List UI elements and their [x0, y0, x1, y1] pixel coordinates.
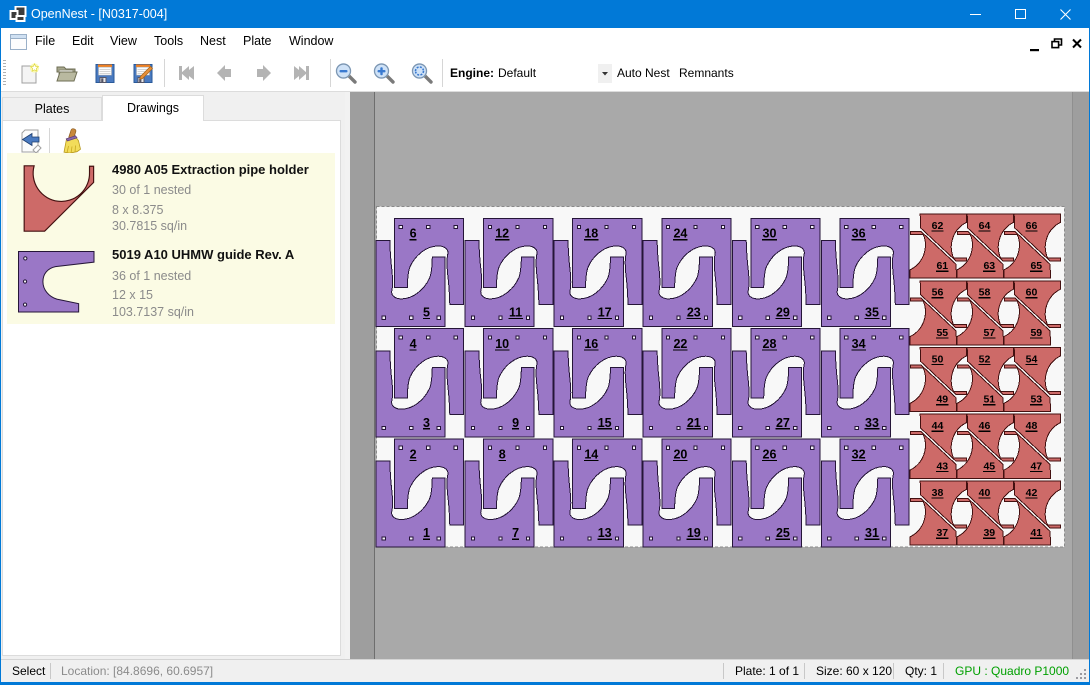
svg-text:28: 28 [763, 337, 777, 351]
svg-text:58: 58 [979, 287, 991, 299]
svg-text:26: 26 [763, 447, 777, 461]
svg-text:66: 66 [1026, 220, 1038, 232]
svg-text:36: 36 [852, 227, 866, 241]
svg-text:16: 16 [584, 337, 598, 351]
svg-text:40: 40 [979, 487, 991, 499]
svg-text:23: 23 [687, 306, 701, 320]
svg-text:64: 64 [979, 220, 991, 232]
svg-text:7: 7 [512, 526, 519, 540]
svg-text:31: 31 [865, 526, 879, 540]
svg-text:12: 12 [495, 227, 509, 241]
svg-text:55: 55 [936, 327, 948, 339]
svg-text:25: 25 [776, 526, 790, 540]
svg-text:41: 41 [1030, 527, 1042, 539]
svg-text:27: 27 [776, 416, 790, 430]
svg-text:59: 59 [1030, 327, 1042, 339]
svg-text:49: 49 [936, 394, 948, 406]
svg-text:8: 8 [499, 447, 506, 461]
svg-text:17: 17 [598, 306, 612, 320]
svg-text:47: 47 [1030, 460, 1042, 472]
svg-text:24: 24 [673, 227, 687, 241]
svg-text:48: 48 [1026, 420, 1038, 432]
svg-text:6: 6 [410, 227, 417, 241]
svg-text:22: 22 [673, 337, 687, 351]
svg-text:30: 30 [763, 227, 777, 241]
svg-text:50: 50 [932, 353, 944, 365]
svg-text:45: 45 [983, 460, 995, 472]
svg-text:29: 29 [776, 306, 790, 320]
svg-text:46: 46 [979, 420, 991, 432]
svg-text:13: 13 [598, 526, 612, 540]
svg-text:9: 9 [512, 416, 519, 430]
svg-text:32: 32 [852, 447, 866, 461]
svg-text:14: 14 [584, 447, 598, 461]
svg-text:60: 60 [1026, 287, 1038, 299]
svg-text:34: 34 [852, 337, 866, 351]
svg-text:5: 5 [423, 306, 430, 320]
svg-text:33: 33 [865, 416, 879, 430]
svg-text:51: 51 [983, 394, 995, 406]
svg-text:1: 1 [423, 526, 430, 540]
svg-text:4: 4 [410, 337, 417, 351]
svg-text:56: 56 [932, 287, 944, 299]
svg-text:35: 35 [865, 306, 879, 320]
svg-text:61: 61 [936, 260, 948, 272]
svg-text:39: 39 [983, 527, 995, 539]
svg-text:52: 52 [979, 353, 991, 365]
svg-text:37: 37 [936, 527, 948, 539]
svg-text:20: 20 [673, 447, 687, 461]
svg-text:57: 57 [983, 327, 995, 339]
svg-text:62: 62 [932, 220, 944, 232]
svg-text:44: 44 [932, 420, 944, 432]
svg-text:53: 53 [1030, 394, 1042, 406]
svg-text:43: 43 [936, 460, 948, 472]
svg-text:10: 10 [495, 337, 509, 351]
svg-text:42: 42 [1026, 487, 1038, 499]
svg-text:2: 2 [410, 447, 417, 461]
svg-text:54: 54 [1026, 353, 1038, 365]
svg-text:18: 18 [584, 227, 598, 241]
svg-text:38: 38 [932, 487, 944, 499]
svg-text:15: 15 [598, 416, 612, 430]
svg-text:21: 21 [687, 416, 701, 430]
svg-text:63: 63 [983, 260, 995, 272]
svg-text:3: 3 [423, 416, 430, 430]
svg-text:65: 65 [1030, 260, 1042, 272]
svg-text:11: 11 [509, 306, 522, 320]
svg-text:19: 19 [687, 526, 701, 540]
